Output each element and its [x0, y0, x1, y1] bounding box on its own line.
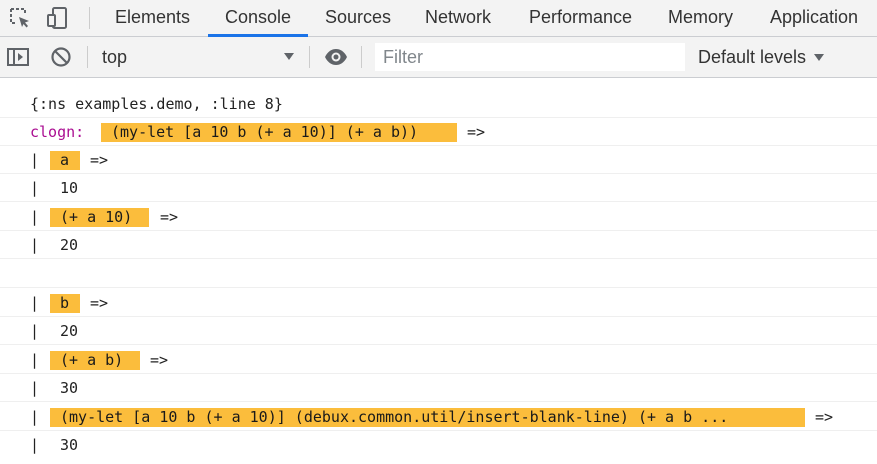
trace-pipe: | [30, 379, 40, 397]
trace-value-line: | 30 [0, 431, 877, 459]
trace-value: 30 [60, 436, 79, 454]
tab-application[interactable]: Application [770, 0, 858, 37]
clogn-form-highlight: (my-let [a 10 b (+ a 10)] (+ a b)) [101, 123, 457, 142]
trace-value-line: | 20 [0, 231, 877, 259]
console-output: {:ns examples.demo, :line 8} clogn: (my-… [0, 78, 877, 464]
trace-pipe: | [30, 436, 40, 454]
trace-pipe: | [30, 179, 40, 197]
console-line-ns: {:ns examples.demo, :line 8} [0, 90, 877, 118]
tab-network[interactable]: Network [425, 0, 491, 37]
trace-pipe: | [30, 408, 40, 426]
toolbar-separator [87, 46, 88, 68]
trace-value: 20 [60, 322, 79, 340]
trace-pipe: | [30, 236, 40, 254]
trace-value-line: | 30 [0, 374, 877, 402]
result-arrow: => [467, 123, 486, 141]
levels-dropdown-arrow-icon[interactable] [813, 50, 825, 62]
console-filter-input[interactable] [375, 43, 685, 71]
trace-value: 10 [60, 179, 79, 197]
result-arrow: => [90, 151, 109, 169]
console-line-clogn: clogn: (my-let [a 10 b (+ a 10)] (+ a b)… [0, 118, 877, 146]
log-levels-dropdown[interactable]: Default levels [698, 45, 806, 69]
show-sidebar-icon[interactable] [6, 45, 30, 69]
result-arrow: => [815, 408, 834, 426]
trace-pipe: | [30, 151, 40, 169]
tab-memory[interactable]: Memory [668, 0, 733, 37]
trace-expr-line: | (+ a 10) => [0, 203, 877, 231]
context-dropdown-arrow-icon[interactable] [282, 49, 296, 63]
live-expression-icon[interactable] [324, 45, 348, 69]
trace-value-line: | 20 [0, 317, 877, 345]
trace-expr-line: | b => [0, 289, 877, 317]
clear-console-icon[interactable] [49, 45, 73, 69]
result-arrow: => [90, 294, 109, 312]
tab-bar-separator [89, 7, 90, 29]
trace-value: 30 [60, 379, 79, 397]
trace-expr-highlight: (+ a b) [50, 351, 140, 370]
trace-pipe: | [30, 208, 40, 226]
device-toolbar-icon[interactable] [46, 6, 70, 30]
trace-pipe: | [30, 351, 40, 369]
devtools-window: Elements Console Sources Network Perform… [0, 0, 877, 464]
trace-value-line: | 10 [0, 174, 877, 202]
tab-console[interactable]: Console [225, 0, 291, 37]
trace-expr-highlight: b [50, 294, 80, 313]
tab-sources[interactable]: Sources [325, 0, 391, 37]
toolbar-separator [361, 46, 362, 68]
clogn-label: clogn: [30, 123, 85, 141]
tab-performance[interactable]: Performance [529, 0, 632, 37]
trace-expr-line: | (+ a b) => [0, 346, 877, 374]
element-picker-icon[interactable] [8, 6, 32, 30]
trace-expr-highlight: a [50, 151, 80, 170]
console-toolbar: top Default levels [0, 37, 877, 78]
result-arrow: => [160, 208, 179, 226]
blank-line [0, 260, 877, 288]
result-arrow: => [150, 351, 169, 369]
trace-expr-line: | a => [0, 146, 877, 174]
trace-expr-highlight: (my-let [a 10 b (+ a 10)] (debux.common.… [50, 408, 805, 427]
trace-pipe: | [30, 294, 40, 312]
tab-elements[interactable]: Elements [115, 0, 190, 37]
devtools-tab-bar: Elements Console Sources Network Perform… [0, 0, 877, 37]
trace-expr-highlight: (+ a 10) [50, 208, 149, 227]
trace-expr-line: | (my-let [a 10 b (+ a 10)] (debux.commo… [0, 403, 877, 431]
toolbar-separator [309, 46, 310, 68]
trace-pipe: | [30, 322, 40, 340]
execution-context-selector[interactable]: top [102, 45, 127, 69]
ns-info: {:ns examples.demo, :line 8} [30, 95, 283, 113]
trace-value: 20 [60, 236, 79, 254]
